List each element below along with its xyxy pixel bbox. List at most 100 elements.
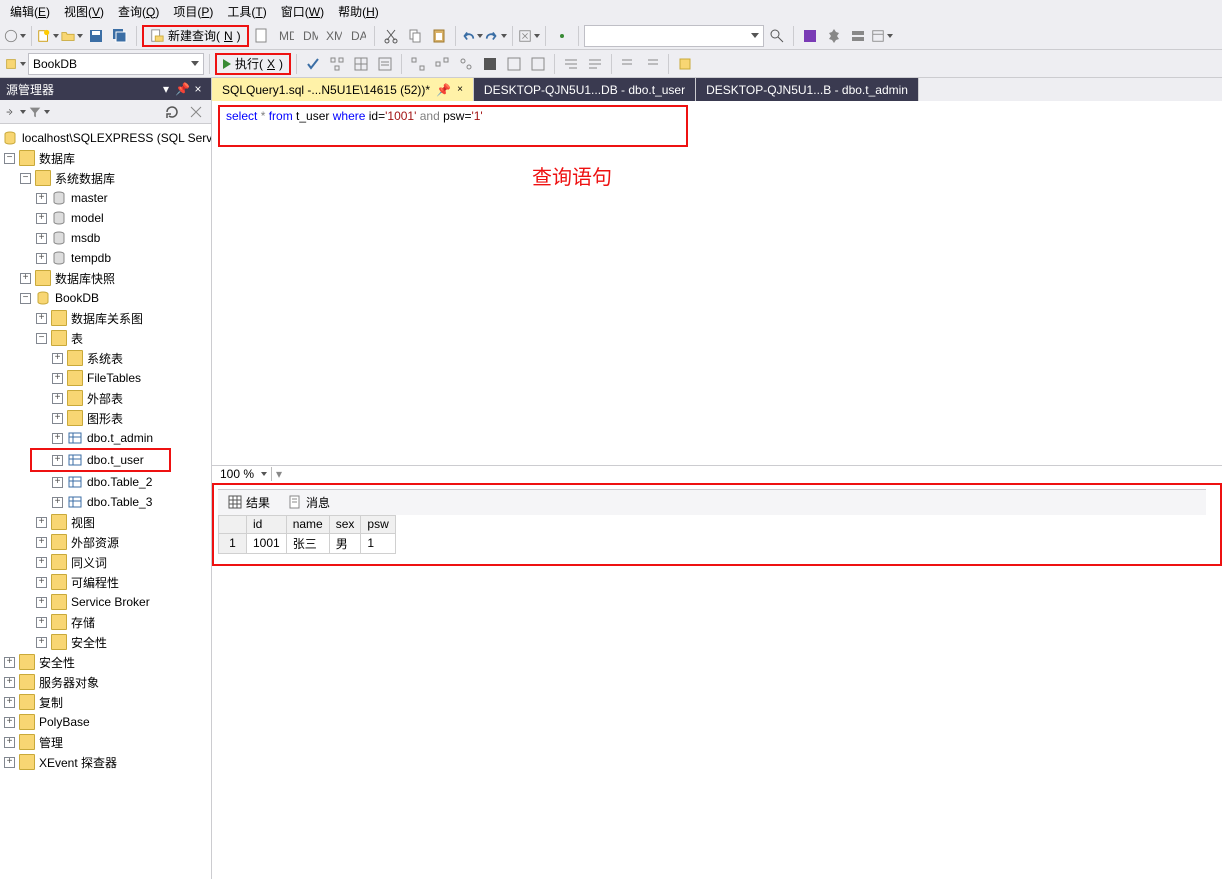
panel-menu-button[interactable]: ▾ [159, 82, 173, 96]
expand-icon[interactable] [36, 597, 47, 608]
xmla-query-button[interactable]: XMLA [323, 25, 345, 47]
expand-icon[interactable] [4, 697, 15, 708]
connection-button[interactable] [4, 53, 26, 75]
tree-snapshot[interactable]: 数据库快照 [0, 268, 211, 288]
tree-xevent[interactable]: XEvent 探查器 [0, 752, 211, 772]
paste-button[interactable] [428, 25, 450, 47]
new-project-button[interactable] [37, 25, 59, 47]
collapse-icon[interactable] [36, 333, 47, 344]
save-all-button[interactable] [109, 25, 131, 47]
tree-server-node[interactable]: localhost\SQLEXPRESS (SQL Server [0, 128, 211, 148]
expand-icon[interactable] [36, 253, 47, 264]
tree-t-admin[interactable]: dbo.t_admin [0, 428, 211, 448]
tree-diagrams[interactable]: 数据库关系图 [0, 308, 211, 328]
col-name[interactable]: name [286, 515, 329, 533]
tree-sbroker[interactable]: Service Broker [0, 592, 211, 612]
filter-button[interactable] [28, 101, 50, 123]
tree-synonyms[interactable]: 同义词 [0, 552, 211, 572]
client-stats-button[interactable] [455, 53, 477, 75]
collapse-icon[interactable] [20, 293, 31, 304]
stop-button[interactable] [185, 101, 207, 123]
mdx-query-button[interactable]: MDX [275, 25, 297, 47]
expand-icon[interactable] [20, 273, 31, 284]
tree-table2[interactable]: dbo.Table_2 [0, 472, 211, 492]
collapse-icon[interactable] [20, 173, 31, 184]
tab-t-user[interactable]: DESKTOP-QJN5U1...DB - dbo.t_user [474, 78, 696, 101]
expand-icon[interactable] [52, 455, 63, 466]
new-query-button[interactable]: 新建查询(N) [142, 25, 249, 47]
menu-query[interactable]: 查询(Q) [112, 1, 165, 22]
nav-back-button[interactable] [4, 25, 26, 47]
tree-table3[interactable]: dbo.Table_3 [0, 492, 211, 512]
save-button[interactable] [85, 25, 107, 47]
tree-tables[interactable]: 表 [0, 328, 211, 348]
tree-extres[interactable]: 外部资源 [0, 532, 211, 552]
launch-button[interactable] [799, 25, 821, 47]
expand-icon[interactable] [52, 477, 63, 488]
col-psw[interactable]: psw [361, 515, 395, 533]
tree-bookdb[interactable]: BookDB [0, 288, 211, 308]
dax-query-button[interactable]: DAX [347, 25, 369, 47]
col-rownum[interactable] [219, 515, 247, 533]
expand-icon[interactable] [4, 657, 15, 668]
tree-tempdb[interactable]: tempdb [0, 248, 211, 268]
tab-t-admin[interactable]: DESKTOP-QJN5U1...B - dbo.t_admin [696, 78, 919, 101]
expand-icon[interactable] [36, 313, 47, 324]
expand-icon[interactable] [36, 537, 47, 548]
tree-master[interactable]: master [0, 188, 211, 208]
tree-t-user[interactable]: dbo.t_user [32, 450, 169, 470]
tree-systables[interactable]: 系统表 [0, 348, 211, 368]
uncomment-button[interactable] [641, 53, 663, 75]
expand-icon[interactable] [52, 433, 63, 444]
expand-icon[interactable] [36, 517, 47, 528]
expand-icon[interactable] [4, 717, 15, 728]
expand-icon[interactable] [4, 757, 15, 768]
connect-button[interactable] [4, 101, 26, 123]
tree-security2[interactable]: 安全性 [0, 652, 211, 672]
menu-project[interactable]: 项目(P) [167, 1, 219, 22]
sqlcmd-button[interactable] [479, 53, 501, 75]
menu-window[interactable]: 窗口(W) [275, 1, 330, 22]
menu-tools[interactable]: 工具(T) [221, 1, 272, 22]
close-icon[interactable]: × [457, 84, 463, 95]
messages-tab[interactable]: 消息 [288, 491, 330, 513]
tree-security[interactable]: 安全性 [0, 632, 211, 652]
tree-repl[interactable]: 复制 [0, 692, 211, 712]
expand-icon[interactable] [52, 373, 63, 384]
panel-pin-button[interactable]: 📌 [175, 82, 189, 96]
copy-button[interactable] [404, 25, 426, 47]
database-combo[interactable]: BookDB [28, 53, 204, 75]
tree-model[interactable]: model [0, 208, 211, 228]
cut-button[interactable] [380, 25, 402, 47]
expand-icon[interactable] [4, 677, 15, 688]
menu-help[interactable]: 帮助(H) [332, 1, 385, 22]
expand-icon[interactable] [36, 233, 47, 244]
panel-close-button[interactable]: × [191, 82, 205, 96]
expand-icon[interactable] [52, 413, 63, 424]
refresh-button[interactable] [161, 101, 183, 123]
expand-icon[interactable] [52, 393, 63, 404]
results-row[interactable]: 1 1001 张三 男 1 [219, 533, 396, 553]
tree-msdb[interactable]: msdb [0, 228, 211, 248]
indent-button[interactable] [560, 53, 582, 75]
tree-databases[interactable]: 数据库 [0, 148, 211, 168]
expand-icon[interactable] [4, 737, 15, 748]
expand-icon[interactable] [52, 353, 63, 364]
results-grid-button[interactable] [350, 53, 372, 75]
expand-icon[interactable] [52, 497, 63, 508]
expand-icon[interactable] [36, 637, 47, 648]
window-layout-button[interactable] [871, 25, 893, 47]
tree-storage[interactable]: 存储 [0, 612, 211, 632]
open-button[interactable] [61, 25, 83, 47]
col-sex[interactable]: sex [329, 515, 361, 533]
comment-button[interactable] [617, 53, 639, 75]
redo-button[interactable] [485, 25, 507, 47]
dmx-query-button[interactable]: DMX [299, 25, 321, 47]
activity-button[interactable] [551, 25, 573, 47]
expand-icon[interactable] [36, 557, 47, 568]
new-file-button[interactable] [251, 25, 273, 47]
collapse-icon[interactable] [4, 153, 15, 164]
tree-mgmt[interactable]: 管理 [0, 732, 211, 752]
tab-sqlquery1[interactable]: SQLQuery1.sql -...N5U1E\14615 (52))*📌× [212, 78, 474, 101]
tree-filetables[interactable]: FileTables [0, 368, 211, 388]
